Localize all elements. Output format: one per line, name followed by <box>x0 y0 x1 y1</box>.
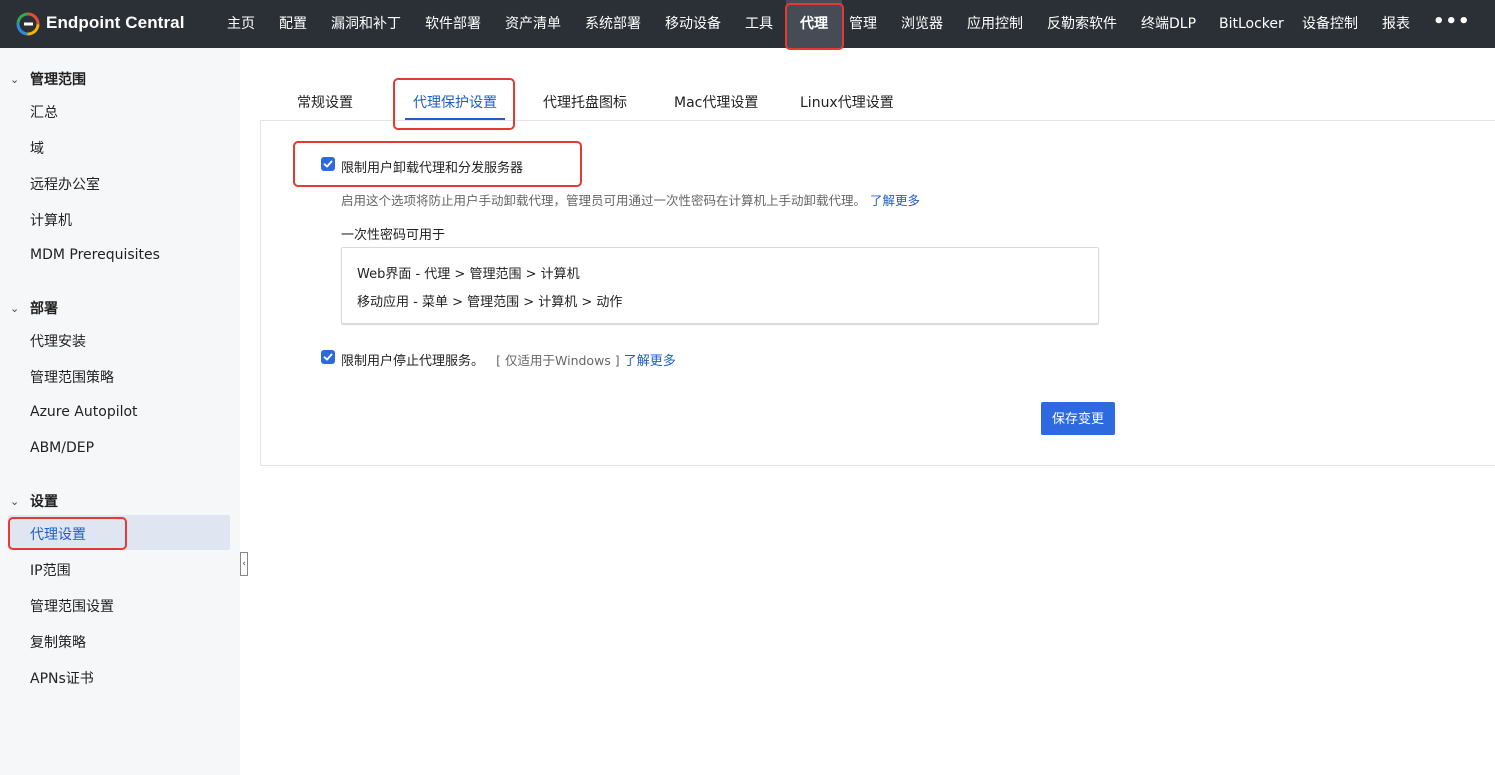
sidebar-item-computers[interactable]: 计算机 <box>30 210 72 230</box>
top-navigation-bar: Endpoint Central 主页 配置 漏洞和补丁 软件部署 资产清单 系… <box>0 0 1495 48</box>
sidebar-collapse-icon[interactable]: ‹ <box>240 552 248 576</box>
tab-agent-tray-icon[interactable]: 代理托盘图标 <box>543 92 627 112</box>
tab-agent-protection[interactable]: 代理保护设置 <box>413 92 497 112</box>
restrict-uninstall-checkbox[interactable] <box>321 157 335 171</box>
checkmark-icon <box>323 160 333 168</box>
tab-mac-agent-settings[interactable]: Mac代理设置 <box>674 92 758 112</box>
sidebar: ⌄ 管理范围 汇总 域 远程办公室 计算机 MDM Prerequisites ⌄… <box>0 48 240 775</box>
tab-general-settings[interactable]: 常规设置 <box>297 92 353 112</box>
nav-admin[interactable]: 管理 <box>849 0 877 48</box>
tab-linux-agent-settings[interactable]: Linux代理设置 <box>800 92 894 112</box>
nav-mobile-devices[interactable]: 移动设备 <box>665 0 721 48</box>
checkmark-icon <box>323 353 333 361</box>
nav-inventory[interactable]: 资产清单 <box>505 0 561 48</box>
nav-browsers[interactable]: 浏览器 <box>901 0 943 48</box>
sidebar-item-agent-install[interactable]: 代理安装 <box>30 331 86 351</box>
windows-only-note: [ 仅适用于Windows ] <box>496 353 620 368</box>
sidebar-item-apns-certificate[interactable]: APNs证书 <box>30 668 94 688</box>
restrict-stop-service-checkbox[interactable] <box>321 350 335 364</box>
restrict-uninstall-label[interactable]: 限制用户卸载代理和分发服务器 <box>341 157 523 176</box>
sidebar-item-mdm-prerequisites[interactable]: MDM Prerequisites <box>30 247 160 267</box>
nav-bitlocker[interactable]: BitLocker <box>1219 0 1284 48</box>
nav-endpoint-dlp[interactable]: 终端DLP <box>1141 0 1196 48</box>
nav-patches[interactable]: 漏洞和补丁 <box>331 0 401 48</box>
nav-os-deployment[interactable]: 系统部署 <box>585 0 641 48</box>
nav-device-control[interactable]: 设备控制 <box>1302 0 1358 48</box>
learn-more-link[interactable]: 了解更多 <box>624 354 676 369</box>
otp-web-path: Web界面 - 代理 > 管理范围 > 计算机 <box>357 267 580 282</box>
otp-mobile-path: 移动应用 - 菜单 > 管理范围 > 计算机 > 动作 <box>357 295 623 310</box>
sidebar-item-ip-range[interactable]: IP范围 <box>30 560 71 580</box>
chevron-down-icon: ⌄ <box>10 302 20 315</box>
sidebar-item-azure-autopilot[interactable]: Azure Autopilot <box>30 404 138 424</box>
description-text: 启用这个选项将防止用户手动卸载代理，管理员可用通过一次性密码在计算机上手动卸载代… <box>341 193 867 208</box>
nav-anti-ransomware[interactable]: 反勒索软件 <box>1047 0 1117 48</box>
sidebar-item-replication-policy[interactable]: 复制策略 <box>30 632 86 652</box>
learn-more-link[interactable]: 了解更多 <box>870 193 920 208</box>
nav-tools[interactable]: 工具 <box>745 0 773 48</box>
more-menu-icon[interactable]: ••• <box>1433 0 1471 48</box>
chevron-down-icon: ⌄ <box>10 495 20 508</box>
nav-software-deployment[interactable]: 软件部署 <box>425 0 481 48</box>
restrict-stop-service-label: 限制用户停止代理服务。 [ 仅适用于Windows ] 了解更多 <box>341 350 676 369</box>
nav-configuration[interactable]: 配置 <box>279 0 307 48</box>
stop-service-text[interactable]: 限制用户停止代理服务。 <box>341 354 484 369</box>
chevron-down-icon: ⌄ <box>10 73 20 86</box>
nav-reports[interactable]: 报表 <box>1382 0 1410 48</box>
sidebar-item-abm-dep[interactable]: ABM/DEP <box>30 440 94 460</box>
sidebar-section-settings[interactable]: ⌄ 设置 <box>10 491 58 511</box>
save-changes-button[interactable]: 保存变更 <box>1041 402 1115 435</box>
sidebar-item-scope-policy[interactable]: 管理范围策略 <box>30 367 114 387</box>
sidebar-item-domain[interactable]: 域 <box>30 138 44 158</box>
sidebar-item-remote-office[interactable]: 远程办公室 <box>30 174 100 194</box>
sidebar-section-deployment[interactable]: ⌄ 部署 <box>10 298 58 318</box>
brand-name[interactable]: Endpoint Central <box>46 13 185 33</box>
sidebar-item-agent-settings[interactable]: 代理设置 <box>30 524 86 544</box>
endpoint-central-logo <box>16 12 40 36</box>
nav-agent[interactable]: 代理 <box>786 0 842 48</box>
nav-app-control[interactable]: 应用控制 <box>967 0 1023 48</box>
sidebar-section-scope[interactable]: ⌄ 管理范围 <box>10 69 86 89</box>
otp-usage-box <box>341 247 1099 324</box>
nav-home[interactable]: 主页 <box>227 0 255 48</box>
otp-label: 一次性密码可用于 <box>341 228 446 243</box>
sidebar-item-summary[interactable]: 汇总 <box>30 102 58 122</box>
sidebar-item-scope-settings[interactable]: 管理范围设置 <box>30 596 114 616</box>
restrict-uninstall-description: 启用这个选项将防止用户手动卸载代理，管理员可用通过一次性密码在计算机上手动卸载代… <box>341 190 920 209</box>
